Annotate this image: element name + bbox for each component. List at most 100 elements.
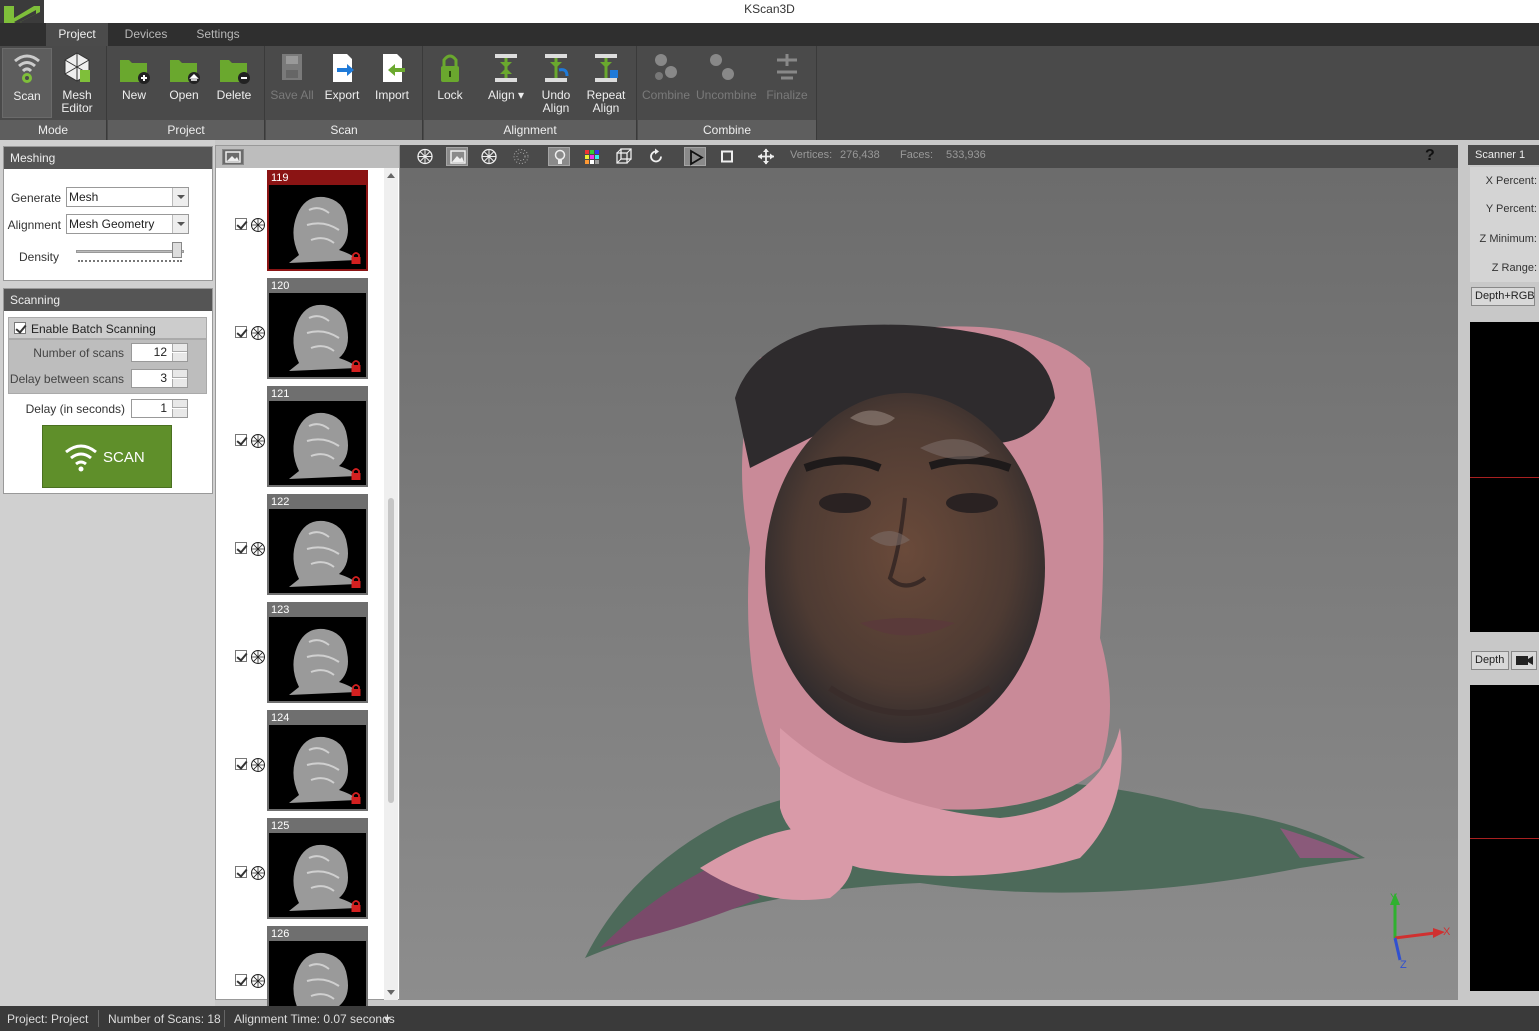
mesh-icon[interactable] (250, 433, 266, 449)
scanner-fields: X Percent: Y Percent: Z Minimum: Z Range… (1470, 167, 1539, 282)
delay-between-stepper[interactable]: 3 (131, 369, 188, 388)
reset-view-button[interactable] (645, 147, 667, 166)
mesh-icon[interactable] (250, 865, 266, 881)
stepper-up-icon[interactable] (172, 344, 187, 352)
lighting-button[interactable] (548, 147, 570, 166)
finalize-label: Finalize (766, 88, 808, 102)
alignment-select[interactable]: Mesh Geometry (66, 214, 189, 234)
num-scans-stepper[interactable]: 12 (131, 343, 188, 362)
move-button[interactable] (755, 147, 777, 166)
tab-settings[interactable]: Settings (184, 23, 252, 46)
scan-button[interactable]: SCAN (42, 425, 172, 488)
scan-list-item[interactable]: 119 (216, 170, 384, 274)
generate-select[interactable]: Mesh (66, 187, 189, 207)
combine-button[interactable]: Combine (641, 48, 691, 118)
import-button[interactable]: Import (367, 48, 417, 118)
delete-button[interactable]: Delete (209, 48, 259, 118)
scan-thumbnail[interactable]: 125 (267, 818, 368, 919)
scan-list-item[interactable]: 120 (216, 278, 384, 382)
scroll-up-icon[interactable] (387, 173, 395, 178)
color-grid-icon (585, 150, 599, 164)
scan-visible-checkbox[interactable] (235, 758, 247, 770)
camera-button[interactable] (1511, 651, 1537, 670)
delay-stepper[interactable]: 1 (131, 399, 188, 418)
mesh-icon[interactable] (250, 541, 266, 557)
scan-visible-checkbox[interactable] (235, 326, 247, 338)
lock-icon[interactable] (350, 251, 362, 265)
scan-thumbnail[interactable]: 123 (267, 602, 368, 703)
lock-icon[interactable] (350, 359, 362, 373)
batch-scanning-checkbox[interactable] (14, 322, 26, 334)
mesh-icon[interactable] (250, 973, 266, 989)
depth-rgb-tab[interactable]: Depth+RGB (1471, 287, 1535, 306)
scan-thumbnail[interactable]: 120 (267, 278, 368, 379)
mesh-icon[interactable] (250, 757, 266, 773)
lock-icon[interactable] (350, 467, 362, 481)
repeat-align-button[interactable]: Repeat Align (581, 48, 631, 118)
view-mesh-button[interactable] (414, 147, 436, 166)
scan-list-item[interactable]: 124 (216, 710, 384, 814)
view-texture-button[interactable] (446, 147, 468, 166)
new-button[interactable]: New (109, 48, 159, 118)
export-button[interactable]: Export (317, 48, 367, 118)
scan-mode-button[interactable]: Scan (2, 48, 52, 118)
view-wireframe-button[interactable] (478, 147, 500, 166)
stepper-down-icon[interactable] (172, 379, 187, 387)
mesh-icon[interactable] (250, 649, 266, 665)
lock-icon[interactable] (350, 575, 362, 589)
density-slider-track[interactable] (76, 250, 184, 253)
play-button[interactable] (684, 147, 706, 166)
open-button[interactable]: Open (159, 48, 209, 118)
lock-icon[interactable] (350, 791, 362, 805)
mesh-editor-button[interactable]: Mesh Editor (52, 48, 102, 118)
scan-thumbnail[interactable]: 121 (267, 386, 368, 487)
stepper-up-icon[interactable] (172, 400, 187, 408)
tab-project[interactable]: Project (46, 23, 108, 46)
scan-visible-checkbox[interactable] (235, 866, 247, 878)
help-button[interactable]: ? (1425, 147, 1435, 165)
status-alignment-time[interactable]: Alignment Time: 0.07 seconds (234, 1012, 395, 1026)
lock-icon[interactable] (350, 683, 362, 697)
scan-visible-checkbox[interactable] (235, 434, 247, 446)
scan-list-scrollbar[interactable] (384, 168, 398, 1000)
lock-button[interactable]: Lock (425, 48, 475, 118)
scan-visible-checkbox[interactable] (235, 542, 247, 554)
bounding-box-button[interactable] (613, 147, 635, 166)
scan-list-header (216, 146, 399, 168)
stepper-down-icon[interactable] (172, 409, 187, 417)
tab-devices[interactable]: Devices (112, 23, 180, 46)
view-points-button[interactable] (510, 147, 532, 166)
scan-list-item[interactable]: 122 (216, 494, 384, 598)
play-icon (690, 149, 704, 166)
depth-tab[interactable]: Depth (1471, 651, 1509, 670)
align-button[interactable]: Align ▾ (481, 48, 531, 118)
scrollbar-thumb[interactable] (388, 498, 394, 803)
scan-list-item[interactable]: 125 (216, 818, 384, 922)
chevron-down-icon[interactable]: ▾ (384, 1012, 390, 1026)
stop-button[interactable] (716, 147, 738, 166)
scan-visible-checkbox[interactable] (235, 974, 247, 986)
3d-viewport[interactable]: Y X Z (400, 168, 1458, 1000)
scan-list-item[interactable]: 121 (216, 386, 384, 490)
stepper-down-icon[interactable] (172, 353, 187, 361)
image-icon (225, 151, 241, 163)
scan-list-item[interactable]: 123 (216, 602, 384, 706)
undo-align-button[interactable]: Undo Align (531, 48, 581, 118)
scan-thumbnail[interactable]: 124 (267, 710, 368, 811)
finalize-button[interactable]: Finalize (762, 48, 812, 118)
thumbnail-view-button[interactable] (222, 149, 244, 165)
mesh-icon[interactable] (250, 217, 266, 233)
uncombine-button[interactable]: Uncombine (696, 48, 757, 118)
scan-visible-checkbox[interactable] (235, 650, 247, 662)
density-slider-handle[interactable] (172, 242, 182, 258)
scan-visible-checkbox[interactable] (235, 218, 247, 230)
scan-thumbnail[interactable]: 119 (267, 170, 368, 271)
mesh-icon[interactable] (250, 325, 266, 341)
save-all-button[interactable]: Save All (267, 48, 317, 118)
stepper-up-icon[interactable] (172, 370, 187, 378)
lock-icon[interactable] (350, 899, 362, 913)
delay-value: 1 (160, 401, 167, 415)
color-button[interactable] (581, 147, 603, 166)
scan-thumbnail[interactable]: 122 (267, 494, 368, 595)
scroll-down-icon[interactable] (387, 990, 395, 995)
